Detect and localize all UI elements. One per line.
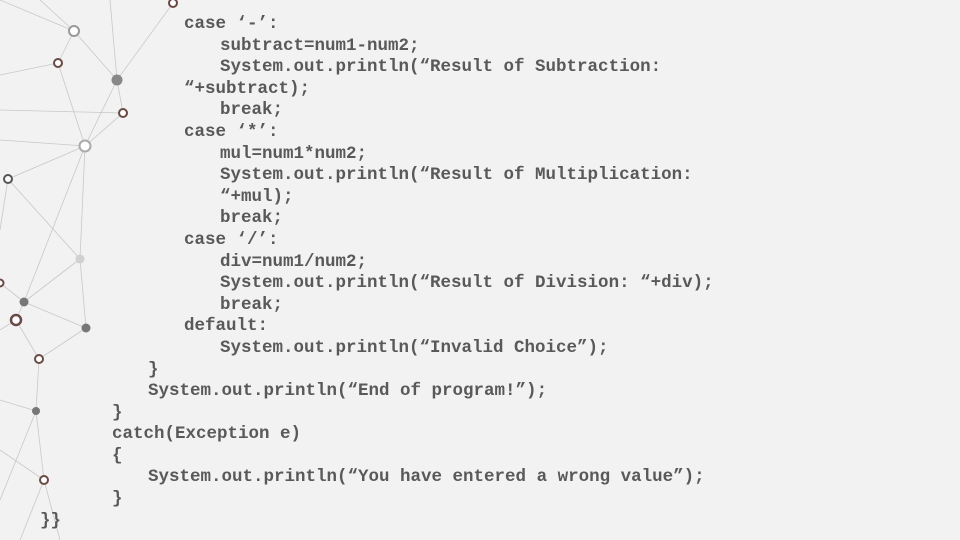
- code-block: case ‘-’: subtract=num1-num2; System.out.p…: [40, 14, 714, 532]
- code-line: case ‘-’:: [184, 14, 279, 34]
- code-line: }: [148, 359, 159, 380]
- code-line: }}: [40, 510, 62, 531]
- code-line: break;: [220, 208, 284, 229]
- code-line: System.out.println(“Result of Subtractio…: [220, 57, 662, 78]
- code-line: {: [112, 445, 123, 466]
- code-line: mul=num1*num2;: [220, 143, 368, 164]
- code-line: default:: [184, 316, 269, 337]
- code-line: div=num1/num2;: [220, 251, 368, 272]
- code-line: }: [112, 489, 123, 510]
- code-line: System.out.println(“You have entered a w…: [148, 467, 705, 488]
- network-node: [9, 313, 23, 327]
- code-line: “+mul);: [220, 186, 294, 207]
- code-line: subtract=num1-num2;: [220, 35, 420, 56]
- code-line: “+subtract);: [184, 78, 311, 99]
- network-node: [32, 407, 40, 415]
- code-line: break;: [220, 100, 284, 121]
- code-line: break;: [220, 294, 284, 315]
- code-line: System.out.println(“End of program!”);: [148, 381, 548, 402]
- code-line: }: [112, 402, 123, 423]
- code-line: System.out.println(“Invalid Choice”);: [220, 337, 609, 358]
- network-node: [19, 297, 29, 307]
- code-line: case ‘/’:: [184, 229, 279, 250]
- code-line: case ‘*’:: [184, 121, 279, 142]
- code-line: System.out.println(“Result of Multiplica…: [220, 165, 693, 186]
- code-line: System.out.println(“Result of Division: …: [220, 273, 714, 294]
- network-node: [3, 174, 13, 184]
- network-node: [168, 0, 178, 8]
- network-node: [0, 278, 5, 288]
- code-line: catch(Exception e): [112, 424, 302, 445]
